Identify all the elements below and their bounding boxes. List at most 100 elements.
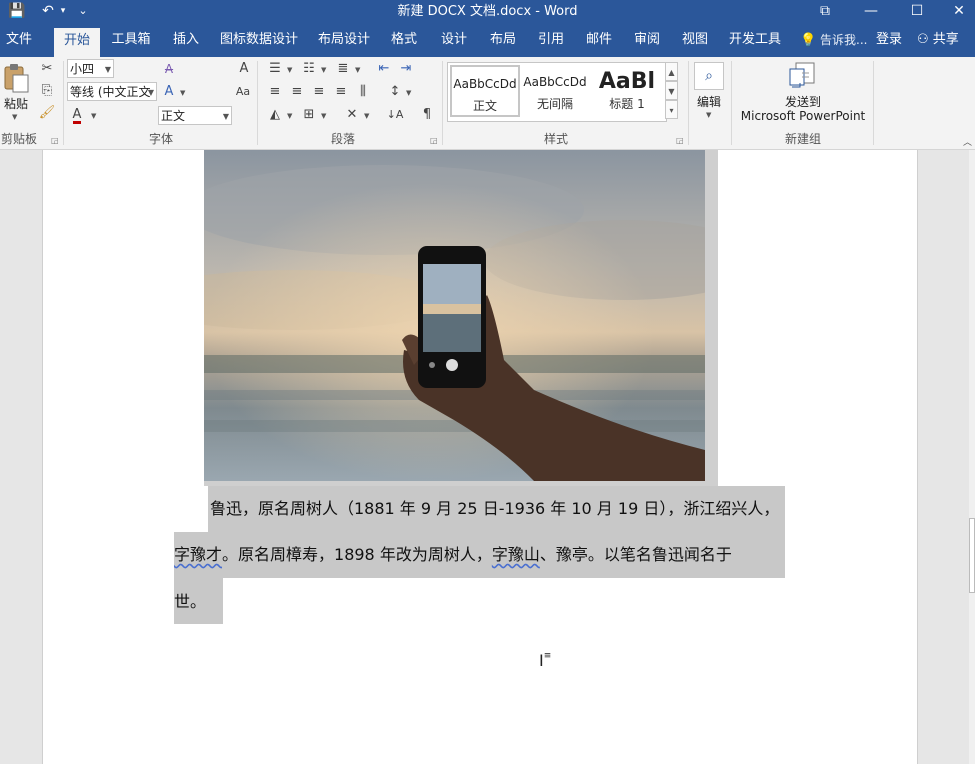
format-painter-icon[interactable]: 🖌: [38, 104, 56, 122]
share-label: 共享: [932, 32, 959, 47]
tab-references[interactable]: 引用: [533, 23, 569, 57]
undo-icon[interactable]: ↶: [38, 0, 58, 23]
chevron-down-icon: ▼: [147, 88, 154, 97]
ribbon-display-options-button[interactable]: ⧉: [802, 0, 848, 23]
multilevel-list-icon[interactable]: ≣: [334, 60, 352, 78]
style-heading-1[interactable]: AaBl 标题 1: [592, 65, 662, 117]
tab-design[interactable]: 设计: [436, 23, 472, 57]
gallery-more-icon[interactable]: ▾: [665, 100, 678, 119]
inserted-photo[interactable]: [204, 150, 705, 481]
tab-review[interactable]: 审阅: [629, 23, 665, 57]
paragraph-line-3[interactable]: 世。: [174, 592, 206, 612]
borders-dropdown-icon[interactable]: ▼: [321, 112, 326, 120]
font-size-value: 小四: [70, 62, 95, 76]
group-separator: [442, 61, 443, 145]
text-effects-icon[interactable]: A: [160, 83, 178, 101]
align-right-icon[interactable]: ≡: [310, 83, 328, 101]
numbering-dropdown-icon[interactable]: ▼: [321, 66, 326, 74]
font-size-select[interactable]: 小四 ▼: [67, 59, 114, 78]
collapse-ribbon-icon[interactable]: ︿: [963, 135, 972, 148]
tab-layout-design[interactable]: 布局设计: [314, 23, 374, 57]
person-icon: ⚇: [917, 32, 929, 47]
align-center-icon[interactable]: ≡: [288, 83, 306, 101]
tab-layout[interactable]: 布局: [485, 23, 521, 57]
editing-dropdown-icon[interactable]: ▼: [706, 111, 711, 119]
styles-group-label: 样式: [543, 132, 568, 146]
paste-dropdown-icon[interactable]: ▼: [12, 113, 17, 121]
font-name-select[interactable]: 等线 (中文正文 ▼: [67, 82, 157, 101]
sign-in-link[interactable]: 登录: [876, 23, 902, 57]
minimize-button[interactable]: —: [848, 0, 894, 23]
increase-indent-icon[interactable]: ⇥: [397, 60, 415, 78]
font-name-value: 等线 (中文正文: [70, 85, 151, 99]
save-icon[interactable]: 💾: [6, 0, 28, 23]
distributed-icon[interactable]: ⫼: [354, 83, 372, 101]
maximize-button[interactable]: ☐: [894, 0, 940, 23]
text-effects-dropdown-icon[interactable]: ▼: [180, 89, 185, 97]
styles-launcher-icon[interactable]: ◲: [676, 136, 684, 145]
tab-chart-design[interactable]: 图标数据设计: [218, 23, 300, 57]
ribbon-tab-bar: 文件 开始 工具箱 插入 图标数据设计 布局设计 格式 设计 布局 引用 邮件 …: [0, 23, 975, 57]
style-no-spacing[interactable]: AaBbCcDd 无间隔: [520, 65, 590, 117]
align-left-icon[interactable]: ≡: [266, 83, 284, 101]
share-button[interactable]: ⚇ 共享: [917, 23, 959, 57]
editing-button[interactable]: 编辑: [692, 93, 726, 110]
lightbulb-icon: 💡: [800, 33, 817, 48]
font-color-icon[interactable]: A: [68, 106, 86, 124]
tab-format[interactable]: 格式: [386, 23, 422, 57]
shading-dropdown-icon[interactable]: ▼: [287, 112, 292, 120]
tab-mailings[interactable]: 邮件: [581, 23, 617, 57]
show-marks-icon[interactable]: ¶: [418, 106, 436, 124]
cut-icon[interactable]: ✂: [38, 60, 56, 78]
tab-view[interactable]: 视图: [677, 23, 713, 57]
clipboard-launcher-icon[interactable]: ◲: [51, 136, 59, 145]
paragraph-line-1[interactable]: 鲁迅，原名周树人（1881 年 9 月 25 日-1936 年 10 月 19 …: [210, 499, 779, 519]
grow-font-icon[interactable]: A: [235, 60, 253, 78]
paragraph-line-2[interactable]: 字豫才。原名周樟寿，1898 年改为周树人，字豫山、豫亭。以笔名鲁迅闻名于: [174, 545, 732, 565]
paste-icon[interactable]: [2, 63, 30, 93]
borders-icon[interactable]: ⊞: [300, 106, 318, 124]
justify-icon[interactable]: ≡: [332, 83, 350, 101]
multilevel-dropdown-icon[interactable]: ▼: [355, 66, 360, 74]
style-select[interactable]: 正文 ▼: [158, 106, 232, 125]
line-spacing-icon[interactable]: ↕: [386, 83, 404, 101]
chinese-layout-dropdown-icon[interactable]: ▼: [364, 112, 369, 120]
tab-file[interactable]: 文件: [0, 23, 38, 57]
powerpoint-icon[interactable]: [787, 61, 817, 91]
paragraph-text-segment: 。原名周樟寿，1898 年改为周树人，: [222, 545, 492, 564]
tab-insert[interactable]: 插入: [166, 23, 206, 57]
copy-icon[interactable]: ⎘: [38, 82, 56, 100]
numbering-icon[interactable]: ☷: [300, 60, 318, 78]
tell-me-search[interactable]: 💡 告诉我...: [800, 23, 867, 57]
chevron-down-icon: ▼: [222, 112, 229, 121]
search-icon[interactable]: ⌕: [694, 62, 724, 90]
style-normal[interactable]: AaBbCcDd 正文: [450, 65, 520, 117]
decrease-indent-icon[interactable]: ⇤: [375, 60, 393, 78]
bullets-dropdown-icon[interactable]: ▼: [287, 66, 292, 74]
style-value: 正文: [161, 109, 186, 123]
clipboard-group-label: 剪贴板: [0, 132, 37, 146]
customize-quick-access-icon[interactable]: ⌄: [76, 0, 90, 23]
paragraph-launcher-icon[interactable]: ◲: [430, 136, 438, 145]
chinese-layout-icon[interactable]: ✕: [343, 106, 361, 124]
gallery-scroll-up-icon[interactable]: ▲: [665, 62, 678, 81]
proofing-flagged-word: 字豫山: [491, 545, 540, 564]
close-button[interactable]: ✕: [936, 0, 975, 23]
scrollbar-thumb[interactable]: [969, 518, 975, 593]
vertical-scrollbar[interactable]: [969, 150, 975, 764]
font-color-dropdown-icon[interactable]: ▼: [91, 112, 96, 120]
tab-toolbox[interactable]: 工具箱: [108, 23, 154, 57]
change-case-icon[interactable]: Aa: [234, 83, 252, 101]
paste-button[interactable]: 粘贴: [2, 95, 30, 112]
paragraph-text-segment: 、豫亭。以笔名鲁迅闻名于: [539, 545, 732, 564]
gallery-scroll-down-icon[interactable]: ▼: [665, 81, 678, 100]
bullets-icon[interactable]: ☰: [266, 60, 284, 78]
line-spacing-dropdown-icon[interactable]: ▼: [406, 89, 411, 97]
tab-developer[interactable]: 开发工具: [726, 23, 784, 57]
clear-formatting-icon[interactable]: A: [160, 60, 178, 78]
send-to-powerpoint-button[interactable]: 发送到 Microsoft PowerPoint: [736, 95, 870, 123]
tab-home[interactable]: 开始: [54, 28, 100, 57]
undo-dropdown-icon[interactable]: ▾: [58, 0, 68, 23]
shading-icon[interactable]: ◭: [266, 106, 284, 124]
sort-icon[interactable]: ↓A: [386, 106, 404, 124]
